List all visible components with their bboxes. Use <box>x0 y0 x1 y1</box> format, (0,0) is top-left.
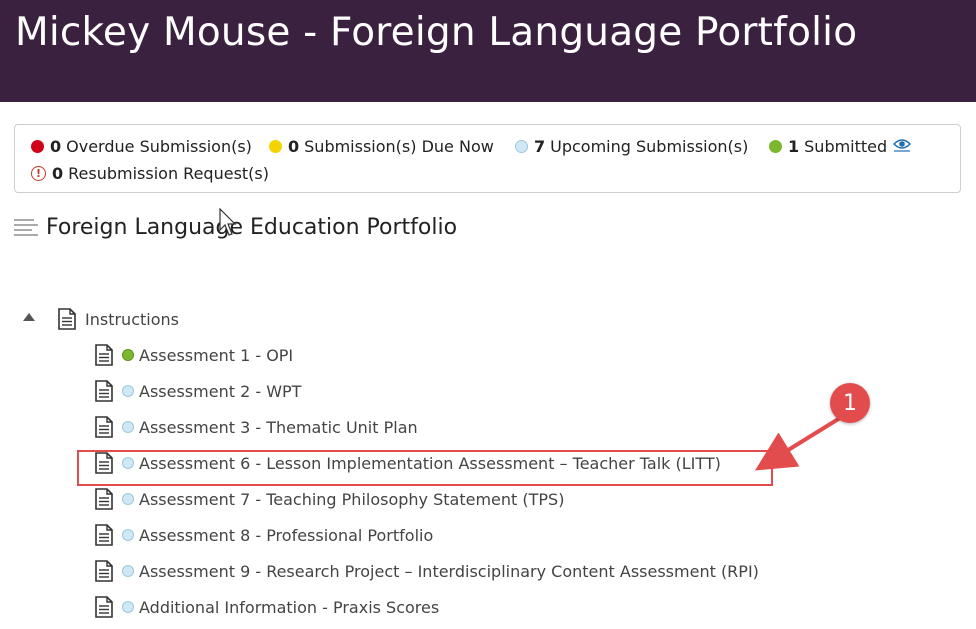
tree-item[interactable]: Assessment 9 - Research Project – Interd… <box>95 560 759 582</box>
tree-item-label: Assessment 3 - Thematic Unit Plan <box>139 417 418 437</box>
due-now-dot-icon <box>269 140 282 153</box>
submitted-status: 1 Submitted <box>769 137 912 156</box>
due-now-count: 0 <box>288 137 300 156</box>
due-now-status: 0 Submission(s) Due Now <box>269 137 494 156</box>
page-header: Mickey Mouse - Foreign Language Portfoli… <box>0 0 976 102</box>
due-now-label: Submission(s) Due Now <box>304 137 494 156</box>
document-icon <box>95 560 113 582</box>
document-icon <box>95 416 113 438</box>
overdue-count: 0 <box>50 137 62 156</box>
tree-item[interactable]: Assessment 1 - OPI <box>95 344 293 366</box>
tree-item[interactable]: Additional Information - Praxis Scores <box>95 596 439 618</box>
mouse-cursor-icon <box>219 208 237 236</box>
section-title-text: Foreign Language Education Portfolio <box>46 215 458 240</box>
tree-item-label: Assessment 1 - OPI <box>139 345 294 365</box>
upcoming-status-dot-icon <box>122 565 134 577</box>
document-icon <box>95 380 113 402</box>
tree-item-label: Assessment 7 - Teaching Philosophy State… <box>139 489 565 509</box>
page-title: Mickey Mouse - Foreign Language Portfoli… <box>15 10 858 55</box>
tree-item[interactable]: Assessment 7 - Teaching Philosophy State… <box>95 488 564 510</box>
upcoming-count: 7 <box>534 137 546 156</box>
collapse-toggle-icon[interactable] <box>23 313 35 321</box>
tree-item-label: Additional Information - Praxis Scores <box>139 597 440 617</box>
resubmission-label: Resubmission Request(s) <box>68 164 269 183</box>
tree-item[interactable]: Assessment 3 - Thematic Unit Plan <box>95 416 418 438</box>
document-icon <box>58 308 76 330</box>
submitted-status-dot-icon <box>122 349 134 361</box>
tree-item[interactable]: Assessment 8 - Professional Portfolio <box>95 524 433 546</box>
overdue-status: 0 Overdue Submission(s) <box>31 137 252 156</box>
tree-item-label: Assessment 9 - Research Project – Interd… <box>139 561 759 581</box>
view-submitted-eye-icon[interactable] <box>893 137 912 156</box>
submitted-label: Submitted <box>804 137 888 156</box>
document-icon <box>95 488 113 510</box>
document-icon <box>95 596 113 618</box>
upcoming-status-dot-icon <box>122 493 134 505</box>
tree-root-label: Instructions <box>85 309 179 329</box>
document-icon <box>95 524 113 546</box>
document-icon <box>95 344 113 366</box>
tree-item-label: Assessment 8 - Professional Portfolio <box>139 525 434 545</box>
submission-status-summary: 0 Overdue Submission(s) 0 Submission(s) … <box>14 124 961 193</box>
highlight-box <box>77 450 773 486</box>
upcoming-status-dot-icon <box>122 421 134 433</box>
upcoming-status-dot-icon <box>122 385 134 397</box>
upcoming-status-dot-icon <box>122 601 134 613</box>
upcoming-status: 7 Upcoming Submission(s) <box>515 137 748 156</box>
submitted-dot-icon <box>769 140 782 153</box>
overdue-label: Overdue Submission(s) <box>66 137 252 156</box>
overdue-dot-icon <box>31 140 44 153</box>
upcoming-dot-icon <box>515 140 528 153</box>
resubmission-status: ! 0 Resubmission Request(s) <box>31 164 269 183</box>
tree-item[interactable]: Assessment 2 - WPT <box>95 380 301 402</box>
warning-icon: ! <box>31 166 46 181</box>
submitted-count: 1 <box>788 137 800 156</box>
resubmission-count: 0 <box>52 164 64 183</box>
tree-root-instructions[interactable]: Instructions <box>58 308 179 330</box>
list-lines-icon <box>14 216 38 239</box>
annotation-callout-badge: 1 <box>830 383 870 423</box>
upcoming-label: Upcoming Submission(s) <box>550 137 749 156</box>
upcoming-status-dot-icon <box>122 529 134 541</box>
tree-item-label: Assessment 2 - WPT <box>139 381 302 401</box>
